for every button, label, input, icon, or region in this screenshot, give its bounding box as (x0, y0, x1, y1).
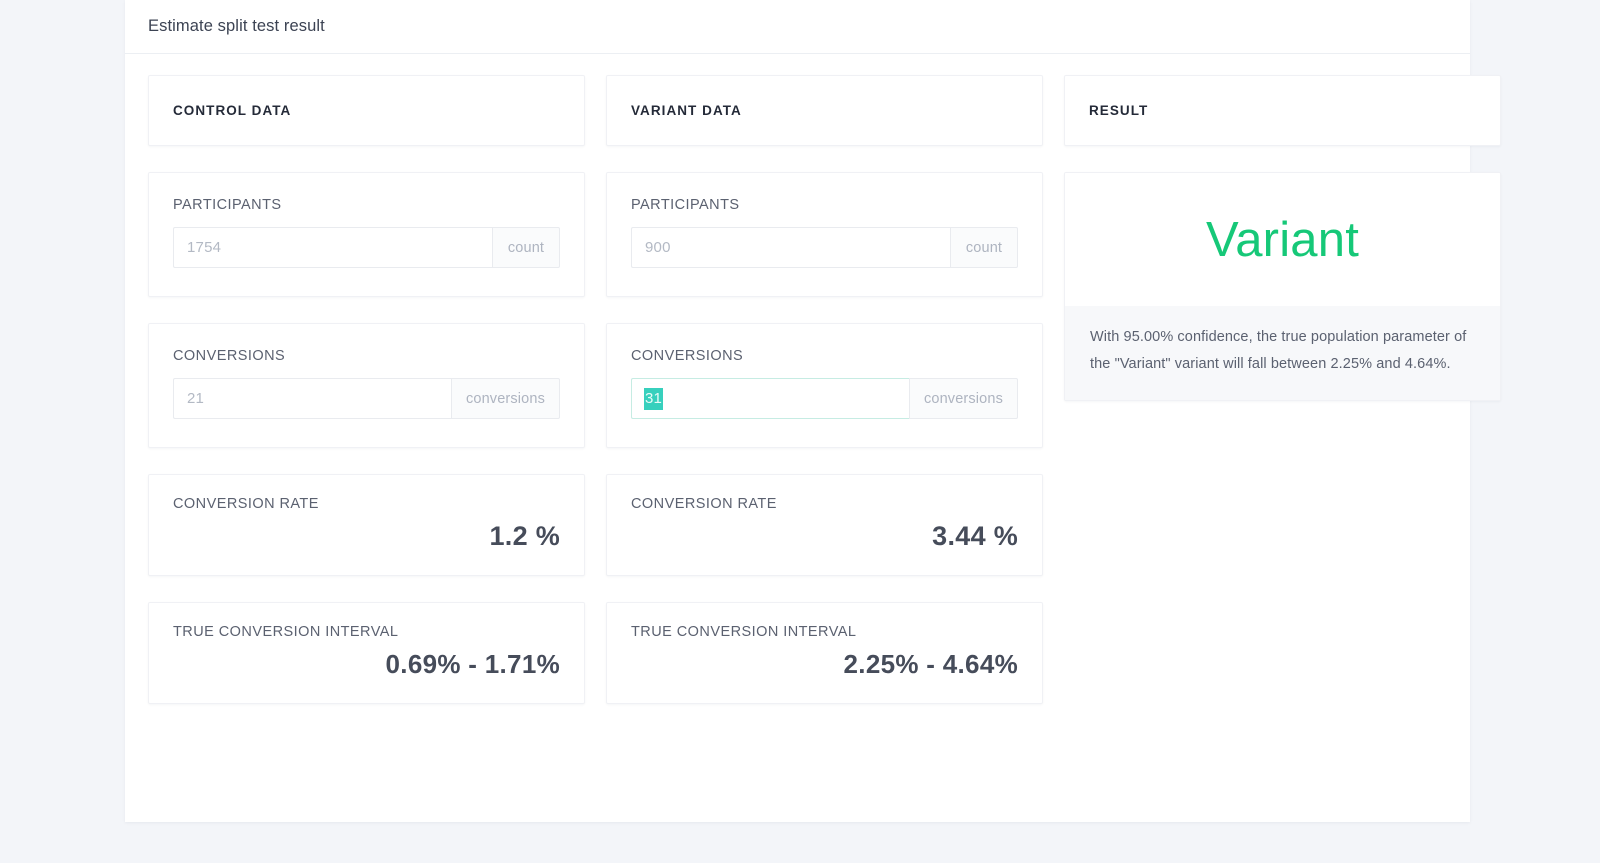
control-conversions-card: CONVERSIONS 21 conversions (148, 323, 585, 448)
variant-participants-card: PARTICIPANTS 900 count (606, 172, 1043, 297)
control-participants-suffix-label: count (507, 239, 545, 256)
variant-conversions-card: CONVERSIONS 31 conversions (606, 323, 1043, 448)
variant-participants-input[interactable]: 900 (631, 227, 950, 268)
page-title: Estimate split test result (148, 17, 325, 35)
variant-conversions-suffix: conversions (908, 378, 1018, 419)
result-column-title: RESULT (1089, 103, 1149, 118)
variant-conversions-suffix-label: conversions (923, 390, 1003, 407)
control-true-interval-label: TRUE CONVERSION INTERVAL (173, 624, 399, 640)
control-conversion-rate-card: CONVERSION RATE 1.2 % (148, 474, 585, 576)
variant-conversion-rate-card: CONVERSION RATE 3.44 % (606, 474, 1043, 576)
variant-conversions-value: 31 (645, 388, 663, 409)
control-header-card: CONTROL DATA (148, 75, 585, 146)
result-column: RESULT Variant With 95.00% confidence, t… (1064, 54, 1501, 704)
control-column: CONTROL DATA PARTICIPANTS 1754 count CON (148, 54, 585, 704)
panel-body: CONTROL DATA PARTICIPANTS 1754 count CON (125, 54, 1501, 704)
variant-participants-input-group[interactable]: 900 count (631, 227, 1018, 268)
control-conversions-suffix: conversions (450, 378, 560, 419)
variant-participants-value: 900 (645, 239, 671, 256)
control-column-title: CONTROL DATA (173, 103, 292, 118)
control-true-interval-value: 0.69% - 1.71% (385, 649, 560, 679)
result-footer: With 95.00% confidence, the true populat… (1065, 306, 1500, 400)
variant-column-title: VARIANT DATA (631, 103, 742, 118)
result-winner-label: Variant (1205, 212, 1360, 267)
control-conversions-input[interactable]: 21 (173, 378, 451, 419)
control-conversions-value: 21 (187, 390, 205, 407)
split-test-panel: Estimate split test result CONTROL DATA … (125, 0, 1501, 822)
variant-conversions-input[interactable]: 31 (631, 378, 909, 419)
control-conversion-rate-value: 1.2 % (489, 521, 560, 551)
app-root: Estimate split test result CONTROL DATA … (0, 0, 1600, 863)
control-conversion-rate-label: CONVERSION RATE (173, 496, 319, 512)
variant-true-interval-label: TRUE CONVERSION INTERVAL (631, 624, 857, 640)
control-participants-card: PARTICIPANTS 1754 count (148, 172, 585, 297)
control-conversions-label: CONVERSIONS (173, 348, 286, 364)
result-header-card: RESULT (1064, 75, 1501, 146)
variant-true-interval-value: 2.25% - 4.64% (843, 649, 1018, 679)
variant-column: VARIANT DATA PARTICIPANTS 900 count CONV (606, 54, 1043, 704)
control-true-interval-card: TRUE CONVERSION INTERVAL 0.69% - 1.71% (148, 602, 585, 704)
variant-conversion-rate-value: 3.44 % (932, 521, 1018, 551)
control-participants-suffix: count (492, 227, 560, 268)
control-participants-label: PARTICIPANTS (173, 197, 282, 213)
control-participants-input-group[interactable]: 1754 count (173, 227, 560, 268)
control-participants-value: 1754 (187, 239, 222, 256)
result-card: Variant With 95.00% confidence, the true… (1064, 172, 1501, 401)
variant-true-interval-card: TRUE CONVERSION INTERVAL 2.25% - 4.64% (606, 602, 1043, 704)
control-participants-input[interactable]: 1754 (173, 227, 492, 268)
control-conversions-suffix-label: conversions (465, 390, 545, 407)
variant-conversion-rate-label: CONVERSION RATE (631, 496, 777, 512)
variant-participants-label: PARTICIPANTS (631, 197, 740, 213)
result-confidence-text: With 95.00% confidence, the true populat… (1090, 329, 1467, 372)
variant-header-card: VARIANT DATA (606, 75, 1043, 146)
result-hero: Variant (1065, 173, 1500, 306)
panel-header: Estimate split test result (125, 0, 1470, 54)
variant-conversions-input-group[interactable]: 31 conversions (631, 378, 1018, 419)
control-conversions-input-group[interactable]: 21 conversions (173, 378, 560, 419)
variant-participants-suffix-label: count (965, 239, 1003, 256)
variant-participants-suffix: count (950, 227, 1018, 268)
variant-conversions-label: CONVERSIONS (631, 348, 744, 364)
